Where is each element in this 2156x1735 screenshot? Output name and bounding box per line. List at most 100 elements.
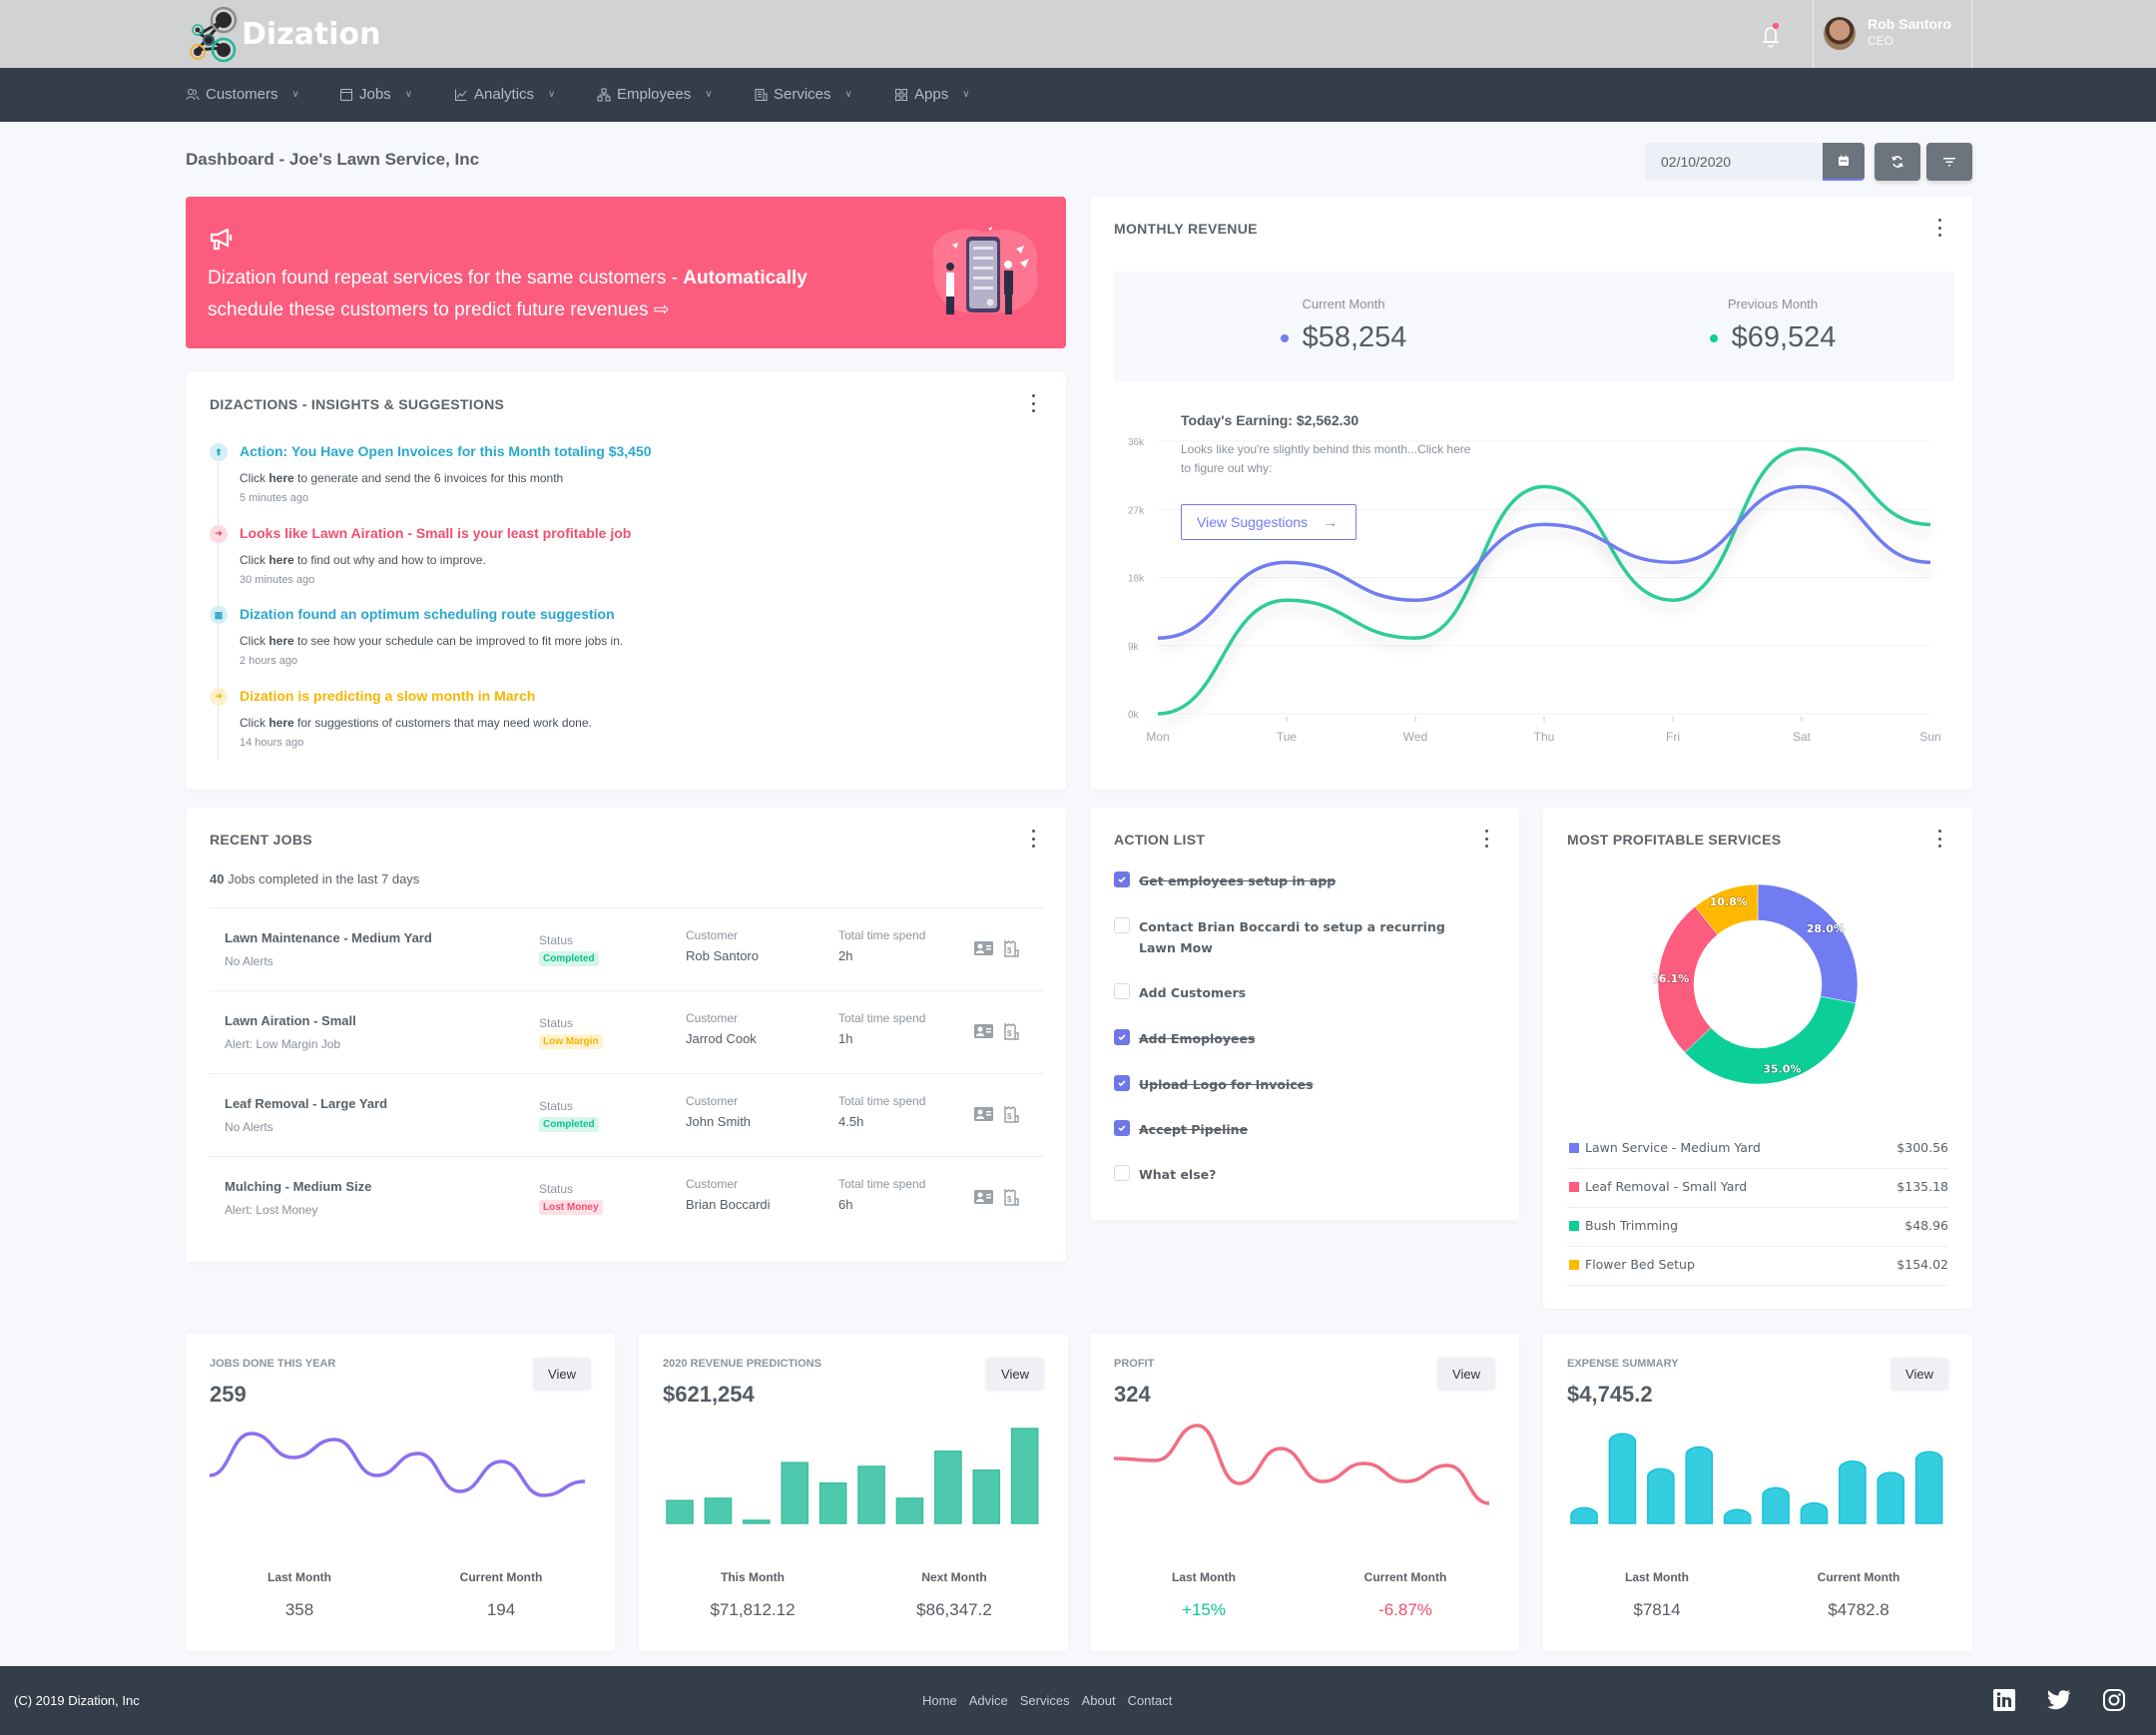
footer-link-home[interactable]: Home [922, 1693, 957, 1708]
stat-left-value: $7814 [1633, 1600, 1681, 1619]
table-row[interactable]: Lawn Airation - Small Alert: Low Margin J… [210, 990, 1044, 1073]
stat-title: EXPENSE SUMMARY [1567, 1358, 1679, 1370]
refresh-button[interactable] [1875, 143, 1920, 181]
more-options-button[interactable] [1030, 830, 1036, 848]
more-options-button[interactable] [1936, 219, 1942, 237]
view-suggestions-button[interactable]: View Suggestions → [1181, 504, 1356, 540]
todo-checkbox[interactable] [1114, 871, 1130, 887]
logo[interactable]: Dization [188, 4, 380, 64]
insight-link[interactable]: here [269, 634, 293, 648]
insight-desc-post: to generate and send the 6 invoices for … [293, 471, 564, 485]
customer-card-button[interactable] [974, 940, 993, 956]
stat-card: 2020 REVENUE PREDICTIONS $621,254 View This… [639, 1334, 1068, 1651]
insight-icon: ⬆ [210, 443, 228, 461]
instagram-link[interactable] [2102, 1688, 2126, 1712]
browser-icon [340, 88, 352, 101]
insight-link[interactable]: here [269, 716, 293, 730]
receipt-icon: $ [1004, 939, 1019, 957]
filter-button[interactable] [1926, 143, 1972, 181]
nav-services[interactable]: Services ∨ [754, 86, 852, 103]
customer-card-button[interactable] [974, 1189, 993, 1205]
time-value: 4.5h [838, 1114, 864, 1129]
todo-item[interactable]: Upload Logo for Invoices [1114, 1074, 1458, 1095]
nav-employees[interactable]: Employees ∨ [597, 86, 713, 103]
copyright: (C) 2019 Dization, Inc [14, 1693, 140, 1708]
nav-apps[interactable]: Apps ∨ [894, 86, 970, 103]
todo-checkbox[interactable] [1114, 983, 1130, 999]
insight-link[interactable]: here [269, 471, 293, 485]
more-options-button[interactable] [1483, 830, 1489, 848]
todo-item[interactable]: Get employees setup in app [1114, 870, 1458, 891]
calendar-button[interactable] [1823, 143, 1865, 181]
insight-title[interactable]: Action: You Have Open Invoices for this … [240, 443, 652, 459]
insight-timestamp: 14 hours ago [240, 736, 304, 749]
view-button[interactable]: View [533, 1358, 591, 1390]
todo-item[interactable]: Add Customers [1114, 982, 1458, 1003]
user-menu[interactable]: Rob Santoro CEO [1813, 0, 1972, 68]
bar [1839, 1460, 1867, 1524]
linkedin-icon [1993, 1689, 2015, 1711]
legend-name: Lawn Service - Medium Yard [1585, 1140, 1761, 1155]
todo-item[interactable]: Contact Brian Boccardi to setup a recurr… [1114, 916, 1458, 958]
check-icon [1118, 1034, 1126, 1041]
todo-checkbox[interactable] [1114, 1120, 1130, 1136]
legend-swatch [1569, 1143, 1579, 1153]
id-card-icon [974, 1024, 993, 1038]
bar [857, 1465, 885, 1524]
stat-left-label: This Month [721, 1570, 785, 1584]
view-button[interactable]: View [1890, 1358, 1948, 1390]
more-options-button[interactable] [1030, 394, 1036, 412]
bar [895, 1497, 924, 1524]
donut-slice[interactable] [1757, 883, 1859, 1004]
todo-item[interactable]: Accept Pipeline [1114, 1119, 1458, 1140]
view-button[interactable]: View [986, 1358, 1044, 1390]
insight-title[interactable]: Dization is predicting a slow month in M… [240, 688, 535, 704]
twitter-link[interactable] [2046, 1688, 2070, 1712]
insight-title[interactable]: Looks like Lawn Airation - Small is your… [240, 525, 631, 541]
nav-customers[interactable]: Customers ∨ [186, 86, 299, 103]
footer-link-contact[interactable]: Contact [1128, 1693, 1173, 1708]
view-button[interactable]: View [1437, 1358, 1495, 1390]
footer-link-about[interactable]: About [1082, 1693, 1116, 1708]
insight-title[interactable]: Dization found an optimum scheduling rou… [240, 606, 615, 622]
customer-card-button[interactable] [974, 1106, 993, 1122]
footer-link-advice[interactable]: Advice [969, 1693, 1008, 1708]
nav-analytics[interactable]: Analytics ∨ [454, 86, 555, 103]
insight-link[interactable]: here [269, 553, 293, 567]
invoice-button[interactable]: $ [1004, 1105, 1022, 1123]
stat-left-value: $71,812.12 [710, 1600, 796, 1619]
previous-dot [1709, 333, 1718, 342]
todo-checkbox[interactable] [1114, 1075, 1130, 1091]
todo-item[interactable]: Add Emoployees [1114, 1028, 1458, 1049]
todo-item[interactable]: What else? [1114, 1164, 1458, 1185]
todo-checkbox[interactable] [1114, 1165, 1130, 1181]
chevron-down-icon: ∨ [404, 89, 413, 100]
date-input[interactable] [1645, 143, 1823, 181]
footer-link-services[interactable]: Services [1020, 1693, 1070, 1708]
legend-name: Leaf Removal - Small Yard [1585, 1179, 1748, 1194]
invoice-button[interactable]: $ [1004, 939, 1022, 957]
invoice-button[interactable]: $ [1004, 1188, 1022, 1206]
status-label: Status [539, 1099, 574, 1113]
promo-banner[interactable]: Dization found repeat services for the s… [186, 197, 1066, 348]
previous-month-label: Previous Month [1727, 296, 1819, 311]
notifications-button[interactable] [1757, 20, 1785, 50]
id-card-icon [974, 1107, 993, 1121]
linkedin-link[interactable] [1992, 1688, 2016, 1712]
customer-card-button[interactable] [974, 1023, 993, 1039]
nav-jobs[interactable]: Jobs ∨ [339, 86, 412, 103]
bar [1647, 1467, 1675, 1524]
bar [934, 1450, 962, 1524]
table-row[interactable]: Mulching - Medium Size Alert: Lost Money S… [210, 1156, 1044, 1239]
stat-chart [1113, 1424, 1490, 1505]
insight-desc-pre: Click [240, 634, 270, 648]
bar [704, 1497, 733, 1524]
invoice-button[interactable]: $ [1004, 1022, 1022, 1040]
table-row[interactable]: Leaf Removal - Large Yard No Alerts Status… [210, 1073, 1044, 1156]
todo-checkbox[interactable] [1114, 917, 1130, 933]
more-options-button[interactable] [1936, 830, 1942, 848]
table-row[interactable]: Lawn Maintenance - Medium Yard No Alerts S… [210, 907, 1044, 990]
todo-checkbox[interactable] [1114, 1029, 1130, 1045]
insight-desc-pre: Click [240, 552, 270, 567]
stat-left-label: Last Month [1172, 1570, 1236, 1584]
